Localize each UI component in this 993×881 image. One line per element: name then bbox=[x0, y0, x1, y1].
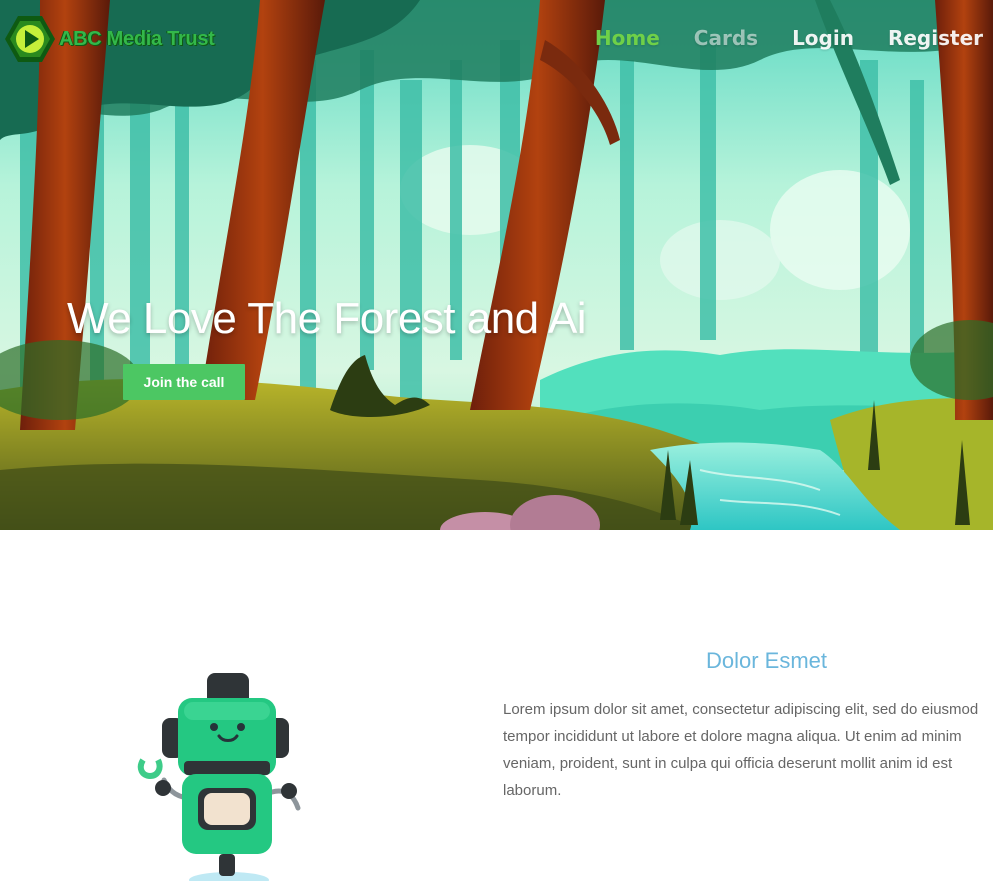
brand-logo[interactable]: ABC Media Trust bbox=[4, 14, 215, 64]
main-nav: Home Cards Login Register bbox=[561, 26, 983, 50]
feature-line-1: Lorem ipsum dolor sit amet, consectetur … bbox=[503, 701, 979, 718]
hero-title: We Love The Forest and Ai bbox=[67, 294, 587, 343]
join-call-button[interactable]: Join the call bbox=[123, 364, 245, 400]
robot-illustration bbox=[137, 673, 301, 881]
play-hexagon-icon bbox=[5, 16, 55, 62]
hero-banner: ABC Media Trust Home Cards Login Registe… bbox=[0, 0, 993, 530]
feature-line-2: tempor incididunt ut labore et dolore ma… bbox=[503, 728, 962, 745]
brand-name: ABC Media Trust bbox=[59, 27, 215, 50]
forest-background bbox=[0, 0, 993, 530]
feature-line-3: veniam, proident, sunt in culpa qui offi… bbox=[503, 755, 953, 772]
nav-login-link[interactable]: Login bbox=[792, 26, 854, 50]
nav-cards-link[interactable]: Cards bbox=[694, 26, 758, 50]
feature-title: Dolor Esmet bbox=[706, 648, 828, 673]
nav-register-link[interactable]: Register bbox=[888, 26, 983, 50]
feature-line-4: laborum. bbox=[503, 782, 562, 799]
feature-description: Lorem ipsum dolor sit amet, consectetur … bbox=[503, 696, 993, 804]
nav-home-link[interactable]: Home bbox=[595, 26, 660, 50]
